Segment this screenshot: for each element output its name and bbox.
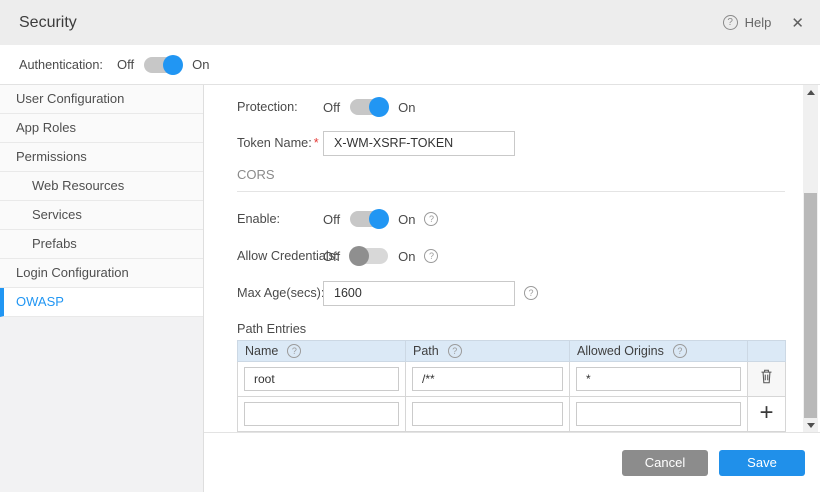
sidebar-item-web-resources[interactable]: Web Resources xyxy=(0,172,203,201)
max-age-input[interactable] xyxy=(323,281,515,306)
allow-credentials-toggle[interactable] xyxy=(350,248,388,264)
max-age-row: Max Age(secs):* ? xyxy=(237,280,820,306)
sidebar-item-prefabs[interactable]: Prefabs xyxy=(0,230,203,259)
cors-section-heading: CORS xyxy=(237,167,820,182)
authentication-toggle[interactable] xyxy=(144,57,182,73)
scroll-up-arrow-icon[interactable] xyxy=(803,85,818,99)
protection-on-label: On xyxy=(398,100,415,115)
token-name-row: Token Name:* xyxy=(237,130,820,156)
table-row xyxy=(238,362,786,397)
toggle-knob xyxy=(369,97,389,117)
enable-row: Enable: Off On ? xyxy=(237,206,820,232)
help-link[interactable]: Help xyxy=(745,15,772,30)
allow-credentials-row: Allow Credentials: Off On ? xyxy=(237,243,820,269)
toggle-knob xyxy=(369,209,389,229)
help-icon[interactable]: ? xyxy=(723,15,738,30)
authentication-row: Authentication: Off On xyxy=(0,45,820,85)
sidebar: User Configuration App Roles Permissions… xyxy=(0,85,204,432)
allowed-origins-cell-input[interactable] xyxy=(576,402,741,426)
column-header-name: Name? xyxy=(238,341,406,362)
name-help-icon[interactable]: ? xyxy=(287,344,301,358)
max-age-label: Max Age(secs):* xyxy=(237,286,321,300)
token-name-label: Token Name:* xyxy=(237,136,321,150)
allow-credentials-off-label: Off xyxy=(323,249,340,264)
protection-row: Protection: Off On xyxy=(237,92,820,122)
sidebar-item-app-roles[interactable]: App Roles xyxy=(0,114,203,143)
token-name-input[interactable] xyxy=(323,131,515,156)
protection-off-label: Off xyxy=(323,100,340,115)
column-header-actions xyxy=(748,341,786,362)
main-area: User Configuration App Roles Permissions… xyxy=(0,85,820,432)
authentication-off-label: Off xyxy=(117,57,134,72)
footer-sidebar-spacer xyxy=(0,432,204,492)
section-divider xyxy=(237,191,785,192)
toggle-knob xyxy=(163,55,183,75)
scroll-down-arrow-icon[interactable] xyxy=(803,418,818,432)
protection-label: Protection: xyxy=(237,100,321,114)
title-bar: Security ? Help ✕ xyxy=(0,0,820,45)
path-cell-input[interactable] xyxy=(412,367,563,391)
page-title: Security xyxy=(19,14,77,32)
allowed-origins-cell-input[interactable] xyxy=(576,367,741,391)
close-icon[interactable]: ✕ xyxy=(791,14,804,32)
sidebar-item-permissions[interactable]: Permissions xyxy=(0,143,203,172)
enable-label: Enable: xyxy=(237,212,321,226)
sidebar-item-login-configuration[interactable]: Login Configuration xyxy=(0,259,203,288)
authentication-on-label: On xyxy=(192,57,209,72)
sidebar-item-owasp[interactable]: OWASP xyxy=(0,288,203,317)
enable-help-icon[interactable]: ? xyxy=(424,212,438,226)
delete-row-button[interactable] xyxy=(759,368,774,385)
cancel-button[interactable]: Cancel xyxy=(622,450,708,476)
authentication-label: Authentication: xyxy=(19,58,103,72)
allow-credentials-on-label: On xyxy=(398,249,415,264)
vertical-scrollbar xyxy=(803,85,818,432)
table-header-row: Name? Path? Allowed Origins? xyxy=(238,341,786,362)
required-asterisk: * xyxy=(314,136,319,150)
toggle-knob xyxy=(349,246,369,266)
save-button[interactable]: Save xyxy=(719,450,805,476)
column-header-path: Path? xyxy=(406,341,570,362)
protection-toggle[interactable] xyxy=(350,99,388,115)
allow-credentials-help-icon[interactable]: ? xyxy=(424,249,438,263)
sidebar-item-user-configuration[interactable]: User Configuration xyxy=(0,85,203,114)
table-row: + xyxy=(238,397,786,432)
add-row-button[interactable]: + xyxy=(759,403,773,423)
enable-on-label: On xyxy=(398,212,415,227)
sidebar-item-services[interactable]: Services xyxy=(0,201,203,230)
path-help-icon[interactable]: ? xyxy=(448,344,462,358)
security-dialog: Security ? Help ✕ Authentication: Off On… xyxy=(0,0,820,492)
name-cell-input[interactable] xyxy=(244,367,399,391)
path-entries-table: Name? Path? Allowed Origins? xyxy=(237,340,786,432)
allow-credentials-label: Allow Credentials: xyxy=(237,249,321,263)
max-age-help-icon[interactable]: ? xyxy=(524,286,538,300)
name-cell-input[interactable] xyxy=(244,402,399,426)
enable-toggle[interactable] xyxy=(350,211,388,227)
plus-icon: + xyxy=(759,399,773,426)
trash-icon xyxy=(759,368,774,385)
scrollbar-thumb[interactable] xyxy=(804,193,817,418)
path-entries-label: Path Entries xyxy=(237,322,820,336)
footer: Cancel Save xyxy=(0,432,820,492)
enable-off-label: Off xyxy=(323,212,340,227)
owasp-panel: Protection: Off On Token Name:* CORS Ena… xyxy=(204,85,820,432)
path-cell-input[interactable] xyxy=(412,402,563,426)
column-header-allowed-origins: Allowed Origins? xyxy=(570,341,748,362)
allowed-origins-help-icon[interactable]: ? xyxy=(673,344,687,358)
